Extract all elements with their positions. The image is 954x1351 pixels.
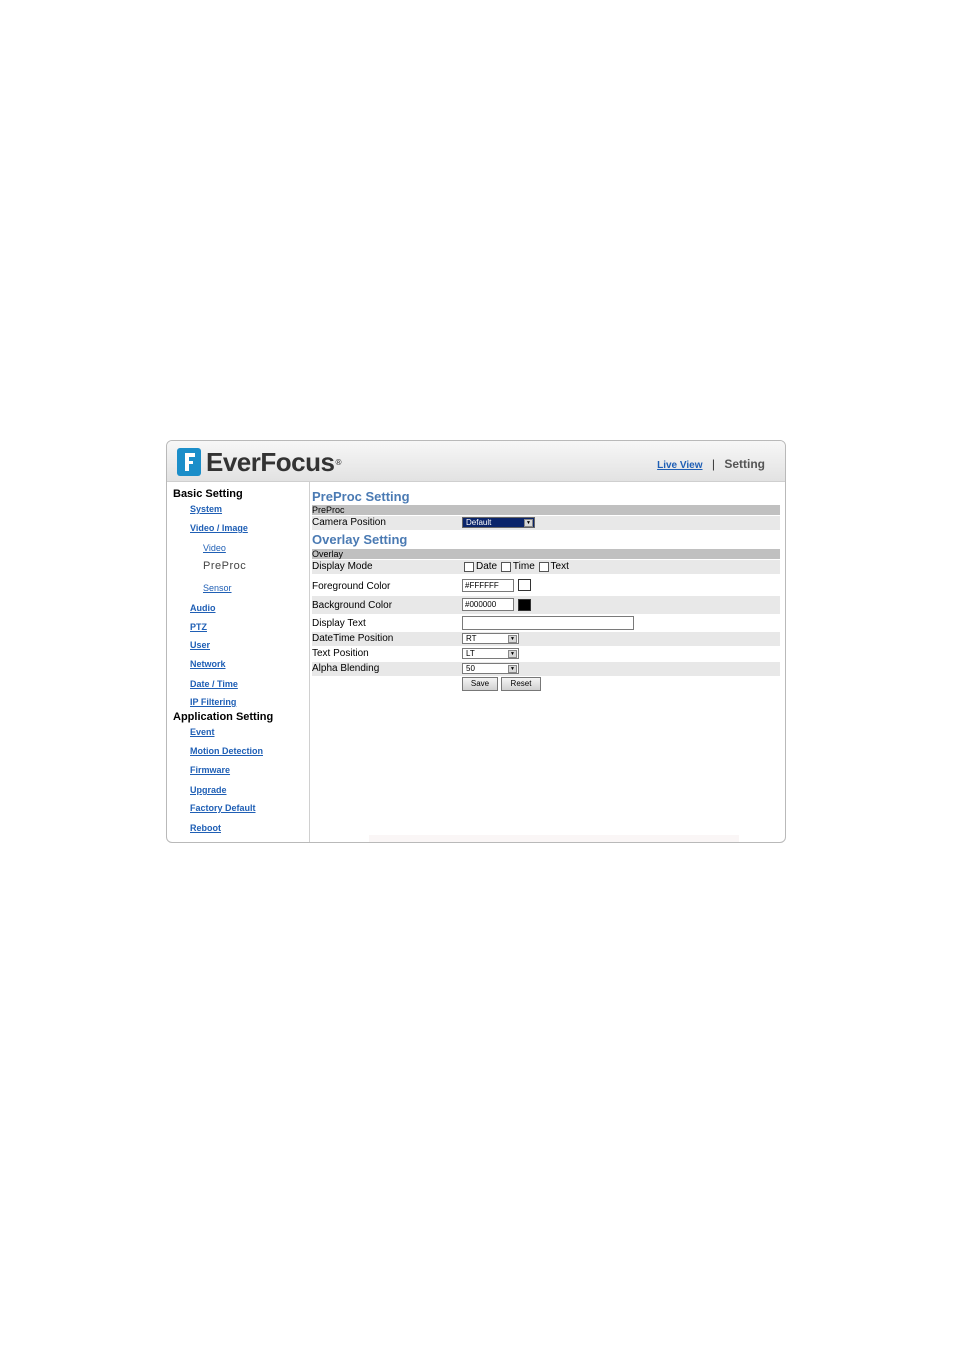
sidebar-item-ip-filtering[interactable]: IP Filtering (190, 697, 236, 707)
registered-mark: ® (334, 457, 343, 467)
sidebar-item-audio[interactable]: Audio (190, 603, 216, 613)
camera-position-select[interactable]: Default ▼ (462, 517, 535, 528)
datetime-position-row: DateTime Position RT ▼ (312, 632, 780, 646)
overlay-section-label: Overlay (312, 549, 344, 559)
sidebar-item-upgrade[interactable]: Upgrade (190, 785, 227, 795)
sidebar-item-video[interactable]: Video (203, 543, 226, 553)
app-window: EverFocus ® Live View | Setting Basic Se… (166, 440, 786, 843)
sidebar: Basic Setting System Video / Image Video… (167, 482, 310, 842)
checkbox-text[interactable] (538, 561, 549, 572)
main-content: PreProc Setting PreProc Camera Position … (312, 482, 782, 842)
chevron-down-icon: ▼ (508, 650, 517, 658)
header: EverFocus ® Live View | Setting (167, 441, 785, 482)
display-text-input[interactable] (462, 616, 634, 630)
background-color-row: Background Color #000000 (312, 596, 780, 614)
save-button[interactable]: Save (462, 677, 498, 691)
sidebar-item-date-time[interactable]: Date / Time (190, 679, 238, 689)
sidebar-item-network[interactable]: Network (190, 659, 226, 669)
sidebar-item-factory-default[interactable]: Factory Default (190, 803, 256, 813)
sidebar-item-video-image[interactable]: Video / Image (190, 523, 248, 533)
camera-position-label: Camera Position (312, 517, 386, 528)
sidebar-section-application-setting: Application Setting (173, 711, 274, 723)
overlay-section-bar: Overlay (312, 549, 780, 559)
display-text-label: Display Text (312, 618, 366, 629)
checkbox-date-label: Date (476, 561, 498, 572)
foreground-color-swatch[interactable] (518, 579, 531, 591)
reset-button[interactable]: Reset (501, 677, 541, 691)
checkbox-time-label: Time (512, 561, 535, 572)
chevron-down-icon: ▼ (524, 519, 533, 527)
checkbox-date[interactable] (464, 561, 474, 572)
sidebar-item-firmware[interactable]: Firmware (190, 765, 230, 775)
nav-separator: | (711, 457, 715, 471)
alpha-blending-label: Alpha Blending (312, 663, 380, 674)
alpha-blending-value: 50 (466, 664, 475, 673)
alpha-blending-select[interactable]: 50 ▼ (462, 663, 519, 674)
sidebar-section-basic-setting: Basic Setting (173, 488, 243, 500)
background-color-label: Background Color (312, 600, 393, 611)
sidebar-item-event[interactable]: Event (190, 727, 215, 737)
brand-name: EverFocus (206, 446, 335, 477)
sidebar-item-ptz[interactable]: PTZ (190, 622, 207, 632)
everfocus-logo-icon (177, 448, 201, 476)
checkbox-time[interactable] (500, 561, 511, 572)
datetime-position-label: DateTime Position (312, 633, 394, 644)
alpha-blending-row: Alpha Blending 50 ▼ (312, 662, 780, 676)
display-mode-row: Display Mode Date Time Text (312, 560, 780, 574)
display-mode-label: Display Mode (312, 561, 373, 572)
foreground-color-label: Foreground Color (312, 581, 391, 592)
sidebar-item-sensor[interactable]: Sensor (203, 583, 232, 593)
sidebar-item-user[interactable]: User (190, 640, 210, 650)
background-color-input[interactable]: #000000 (462, 598, 514, 611)
sidebar-item-system[interactable]: System (190, 504, 222, 514)
top-nav: Live View | Setting (657, 457, 765, 471)
text-position-value: LT (466, 649, 475, 658)
overlay-title: Overlay Setting (312, 532, 408, 547)
foreground-color-row: Foreground Color #FFFFFF (312, 578, 780, 594)
text-position-select[interactable]: LT ▼ (462, 648, 519, 659)
chevron-down-icon: ▼ (508, 635, 517, 643)
button-row: Save Reset (312, 677, 780, 693)
datetime-position-select[interactable]: RT ▼ (462, 633, 519, 644)
display-text-row: Display Text (312, 615, 780, 631)
live-view-link[interactable]: Live View (657, 460, 702, 471)
sidebar-item-preproc[interactable]: PreProc (203, 560, 246, 572)
foreground-color-input[interactable]: #FFFFFF (462, 579, 514, 592)
text-position-label: Text Position (312, 648, 369, 659)
background-color-swatch[interactable] (518, 599, 531, 611)
preproc-section-bar: PreProc (312, 505, 780, 515)
text-position-row: Text Position LT ▼ (312, 647, 780, 661)
checkbox-text-label: Text (550, 561, 569, 572)
horizontal-scrollbar[interactable] (369, 835, 739, 842)
sidebar-item-motion-detection[interactable]: Motion Detection (190, 746, 263, 756)
everfocus-logo: EverFocus ® (177, 447, 342, 477)
camera-position-row: Camera Position Default ▼ (312, 516, 780, 530)
preproc-section-label: PreProc (312, 505, 345, 515)
chevron-down-icon: ▼ (508, 665, 517, 673)
camera-position-value: Default (466, 518, 492, 527)
setting-link[interactable]: Setting (724, 457, 765, 471)
datetime-position-value: RT (466, 634, 477, 643)
preproc-title: PreProc Setting (312, 489, 410, 504)
sidebar-item-reboot[interactable]: Reboot (190, 823, 221, 833)
